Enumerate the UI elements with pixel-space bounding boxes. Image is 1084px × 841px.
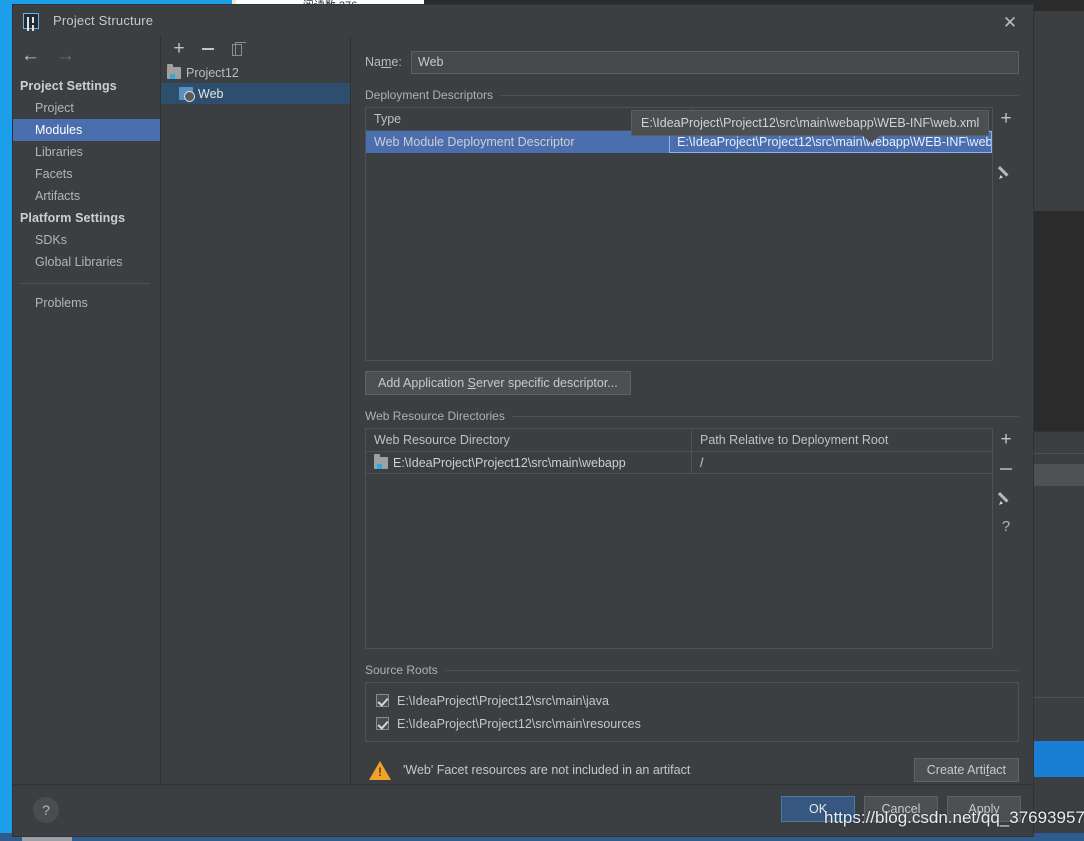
project-structure-dialog: Project Structure ✕ ← → Project Settings…: [12, 4, 1034, 837]
sidebar-item-problems[interactable]: Problems: [13, 292, 160, 314]
plus-icon[interactable]: [997, 110, 1015, 128]
cell-relative-path: /: [700, 455, 704, 470]
facet-settings-pane: Name: Deployment Descriptors Type: [351, 36, 1033, 784]
group-label: Source Roots: [365, 663, 438, 677]
pencil-icon[interactable]: [997, 489, 1015, 507]
navigation-arrows: ← →: [13, 44, 160, 75]
table-row[interactable]: E:\IdeaProject\Project12\src\main\webapp…: [366, 452, 992, 474]
source-root-checkbox[interactable]: [376, 694, 389, 707]
intellij-idea-icon: [23, 12, 39, 29]
deployment-descriptors-table: Type Web Module Deployment Descriptor E:…: [365, 107, 993, 361]
group-rule: [500, 94, 1019, 96]
arrow-left-icon[interactable]: ←: [21, 46, 40, 65]
table-header: Web Resource Directory Path Relative to …: [366, 429, 992, 452]
sidebar-divider: [20, 283, 150, 284]
column-header-web-resource-directory[interactable]: Web Resource Directory: [366, 429, 692, 451]
web-resource-directories-group: Web Resource Directories Web Resource Di…: [365, 409, 1019, 649]
question-icon[interactable]: ?: [33, 797, 59, 823]
tree-node-label: Project12: [186, 65, 239, 80]
cell-text: E:\IdeaProject\Project12\src\main\webapp: [393, 455, 626, 470]
table-empty-area: [366, 153, 992, 360]
deployment-table-tools: [993, 107, 1019, 361]
sidebar-item-sdks[interactable]: SDKs: [13, 229, 160, 251]
source-root-checkbox[interactable]: [376, 717, 389, 730]
sidebar-item-libraries[interactable]: Libraries: [13, 141, 160, 163]
sidebar-group-platform-settings: Platform Settings: [20, 211, 126, 225]
source-root-label: E:\IdeaProject\Project12\src\main\java: [397, 693, 609, 708]
question-icon[interactable]: [997, 518, 1015, 536]
close-icon[interactable]: ✕: [1001, 14, 1019, 32]
sidebar-item-facets[interactable]: Facets: [13, 163, 160, 185]
plus-icon[interactable]: [997, 431, 1015, 449]
tree-node-label: Web: [198, 86, 224, 101]
sidebar-item-project[interactable]: Project: [13, 97, 160, 119]
name-label: Name:: [365, 55, 402, 69]
group-label: Web Resource Directories: [365, 409, 505, 423]
group-rule: [511, 415, 1019, 417]
source-roots-list: E:\IdeaProject\Project12\src\main\java E…: [365, 682, 1019, 742]
source-root-label: E:\IdeaProject\Project12\src\main\resour…: [397, 716, 641, 731]
name-input[interactable]: [411, 50, 1019, 74]
group-rule: [444, 669, 1019, 671]
dialog-titlebar: Project Structure ✕: [13, 5, 1033, 36]
cell-web-resource-directory: E:\IdeaProject\Project12\src\main\webapp: [366, 452, 692, 473]
dialog-title: Project Structure: [53, 13, 154, 28]
web-facet-icon: [179, 87, 195, 102]
project-folder-icon: [167, 63, 181, 79]
source-roots-title: Source Roots: [365, 663, 1019, 677]
pencil-icon[interactable]: [997, 163, 1015, 181]
dialog-body: ← → Project Settings Project Modules Lib…: [13, 36, 1033, 784]
warning-text: 'Web' Facet resources are not included i…: [403, 763, 691, 777]
web-resources-table-tools: [993, 428, 1019, 649]
web-resource-directories-title: Web Resource Directories: [365, 409, 1019, 423]
add-application-server-descriptor-button[interactable]: Add Application Server specific descript…: [365, 371, 631, 395]
table-empty-area: [366, 474, 992, 648]
list-item[interactable]: E:\IdeaProject\Project12\src\main\resour…: [366, 712, 1018, 735]
tree-node-project12[interactable]: Project12: [161, 62, 350, 83]
deployment-descriptors-title: Deployment Descriptors: [365, 88, 1019, 102]
sidebar-item-global-libraries[interactable]: Global Libraries: [13, 251, 160, 273]
sidebar-group-project-settings: Project Settings: [20, 79, 117, 93]
web-folder-icon: [374, 453, 388, 469]
arrow-right-icon[interactable]: →: [56, 46, 75, 65]
warning-icon: [369, 760, 391, 780]
deployment-table-wrap: Type Web Module Deployment Descriptor E:…: [365, 107, 1019, 361]
sidebar-item-modules[interactable]: Modules: [13, 119, 160, 141]
create-artifact-button[interactable]: Create Artifact: [913, 758, 1019, 782]
minus-icon[interactable]: [200, 41, 216, 57]
tree-node-web[interactable]: Web: [161, 83, 350, 104]
settings-sidebar: ← → Project Settings Project Modules Lib…: [13, 36, 161, 784]
web-resources-table-wrap: Web Resource Directory Path Relative to …: [365, 428, 1019, 649]
watermark-url: https://blog.csdn.net/qq_37693957: [824, 808, 1084, 827]
minus-icon[interactable]: [997, 460, 1015, 478]
list-item[interactable]: E:\IdeaProject\Project12\src\main\java: [366, 689, 1018, 712]
background-left-accent-bar: [0, 0, 12, 841]
group-label: Deployment Descriptors: [365, 88, 494, 102]
cell-descriptor-type: Web Module Deployment Descriptor: [374, 135, 575, 149]
source-roots-group: Source Roots E:\IdeaProject\Project12\sr…: [365, 663, 1019, 742]
sidebar-item-artifacts[interactable]: Artifacts: [13, 185, 160, 207]
module-tree-panel: Project12 Web: [161, 36, 351, 784]
copy-icon[interactable]: [232, 42, 246, 56]
tooltip-pointer: [862, 135, 880, 143]
plus-icon[interactable]: [171, 41, 187, 57]
module-tree-rows: Project12 Web: [161, 62, 350, 784]
name-row: Name:: [365, 50, 1019, 74]
module-tree-toolbar: [161, 36, 350, 62]
column-header-relative-path[interactable]: Path Relative to Deployment Root: [692, 429, 992, 451]
add-descriptor-row: Add Application Server specific descript…: [365, 371, 1019, 395]
artifact-warning-row: 'Web' Facet resources are not included i…: [365, 756, 1019, 784]
path-tooltip: E:\IdeaProject\Project12\src\main\webapp…: [631, 110, 990, 143]
web-resource-directories-table: Web Resource Directory Path Relative to …: [365, 428, 993, 649]
tooltip-text: E:\IdeaProject\Project12\src\main\webapp…: [641, 116, 980, 130]
